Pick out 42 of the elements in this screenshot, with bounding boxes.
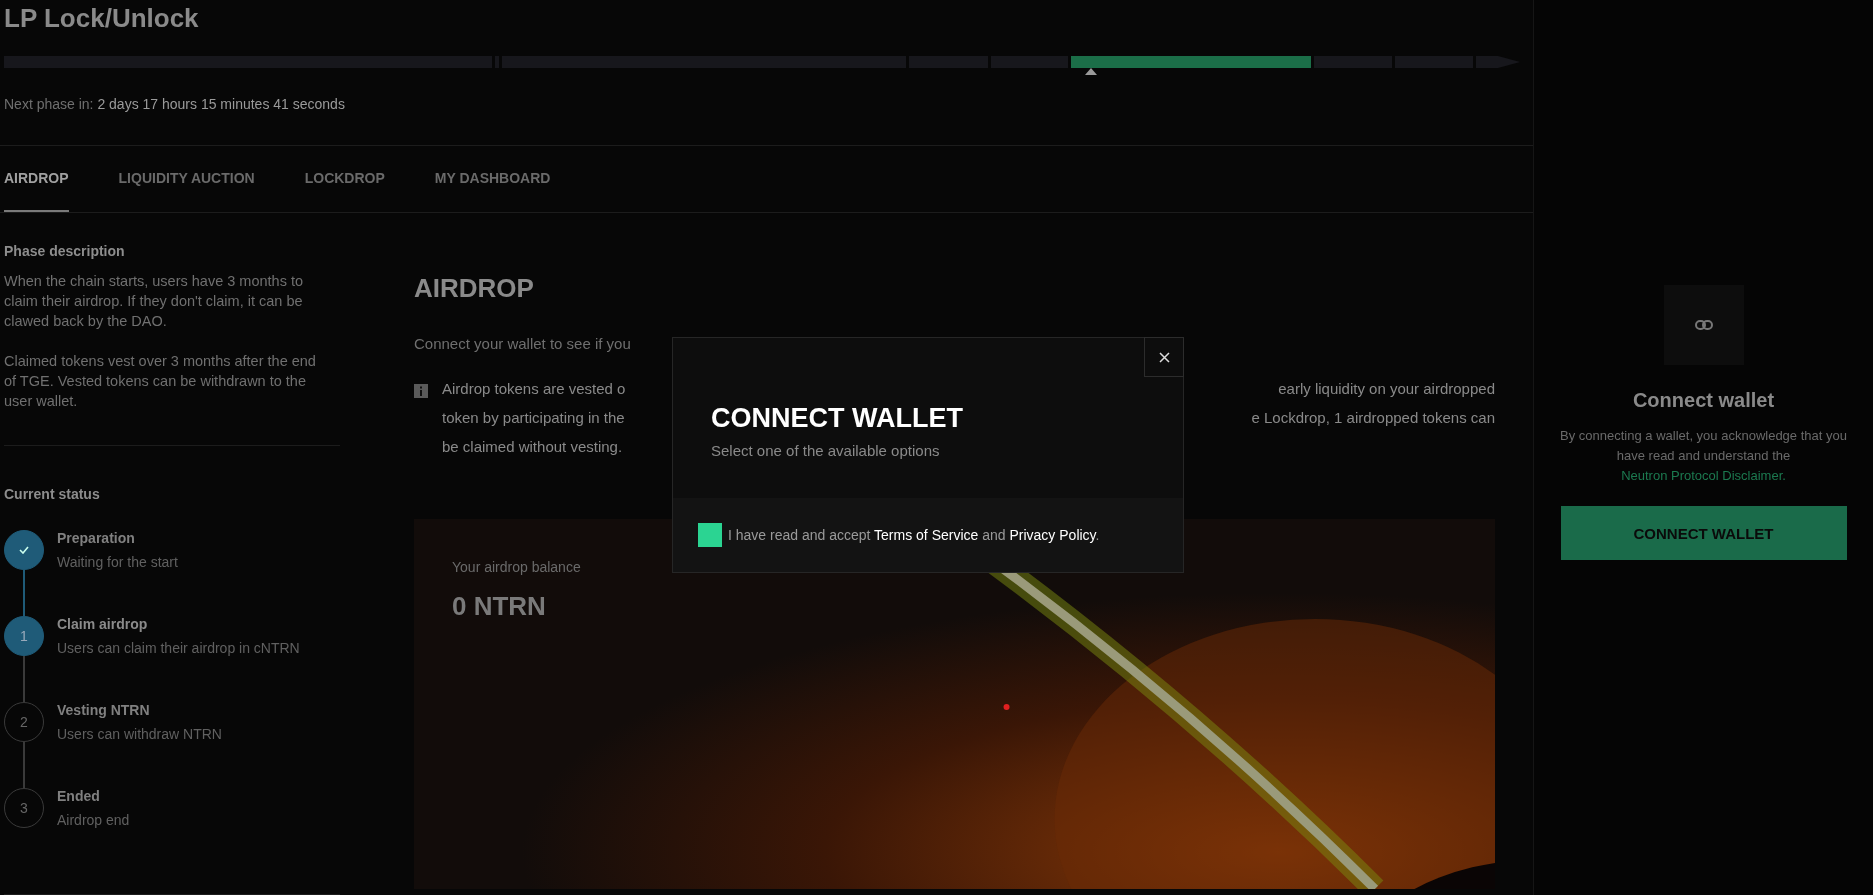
dialog-title: CONNECT WALLET — [711, 403, 964, 434]
link-icon — [1694, 320, 1713, 330]
section-heading: Phase description — [4, 243, 126, 259]
page-title: LP Lock/Unlock — [4, 2, 200, 35]
disclaimer-link[interactable]: Neutron Protocol Disclaimer. — [1558, 466, 1849, 486]
connect-wallet-button[interactable]: CONNECT WALLET — [1560, 506, 1847, 560]
step-marker: 1 — [4, 616, 44, 656]
step-description: Airdrop end — [57, 812, 130, 828]
info-icon — [414, 384, 428, 398]
section-title: AIRDROP — [414, 273, 535, 303]
panel-title: Connect wallet — [1632, 389, 1775, 412]
policy-link[interactable]: Privacy Policy — [1009, 527, 1096, 543]
notice-text: early liquidity on your airdropped — [1278, 380, 1495, 399]
notice-text: Airdrop tokens are vested o — [442, 380, 626, 399]
next-phase-countdown: Next phase in: 2 days 17 hours 15 minutes 41 seconds — [4, 96, 346, 112]
notice-text: token by participating in the — [442, 409, 625, 428]
step-title: Claim airdrop — [57, 616, 149, 632]
consent-checkbox[interactable] — [698, 523, 722, 547]
tab[interactable]: MY DASHBOARD — [434, 146, 551, 212]
step-title: Ended — [57, 788, 101, 804]
step-description: Waiting for the start — [57, 554, 178, 570]
check-icon — [19, 546, 29, 554]
balance-value: 0 NTRN — [452, 591, 546, 622]
step-title: Preparation — [57, 530, 136, 546]
consent-text: I have read and accept Terms of Service and Privacy Policy. — [728, 527, 1100, 543]
tab[interactable]: LIQUIDITY AUCTION — [118, 146, 255, 212]
phase-description: Claimed tokens vest over 3 months after the end of TGE. Vested tokens can be withdrawn to the user wallet. — [4, 352, 317, 411]
step-title: Vesting NTRN — [57, 702, 151, 718]
intro-text: Connect your wallet to see if you — [414, 335, 632, 352]
dialog-subtitle: Select one of the available options — [711, 442, 941, 459]
close-button[interactable] — [1144, 337, 1184, 377]
close-icon — [1158, 351, 1170, 363]
disclaimer-text: By connecting a wallet, you acknowledge that you have read and understand the Neutron Protocol Disclaimer. — [1558, 426, 1849, 486]
policy-link[interactable]: Terms of Service — [874, 527, 979, 543]
phase-description: When the chain starts, users have 3 months to claim their airdrop. If they don't claim, it can be clawed back by the DAO. — [4, 272, 304, 331]
notice-text: e Lockdrop, 1 airdropped tokens can — [1251, 409, 1495, 428]
tab[interactable]: LOCKDROP — [304, 146, 385, 212]
section-heading: Current status — [4, 486, 101, 502]
step-description: Users can claim their airdrop in cNTRN — [57, 640, 300, 656]
step-description: Users can withdraw NTRN — [57, 726, 222, 742]
balance-label: Your airdrop balance — [452, 559, 581, 575]
notice-text: be claimed without vesting. — [442, 438, 623, 457]
